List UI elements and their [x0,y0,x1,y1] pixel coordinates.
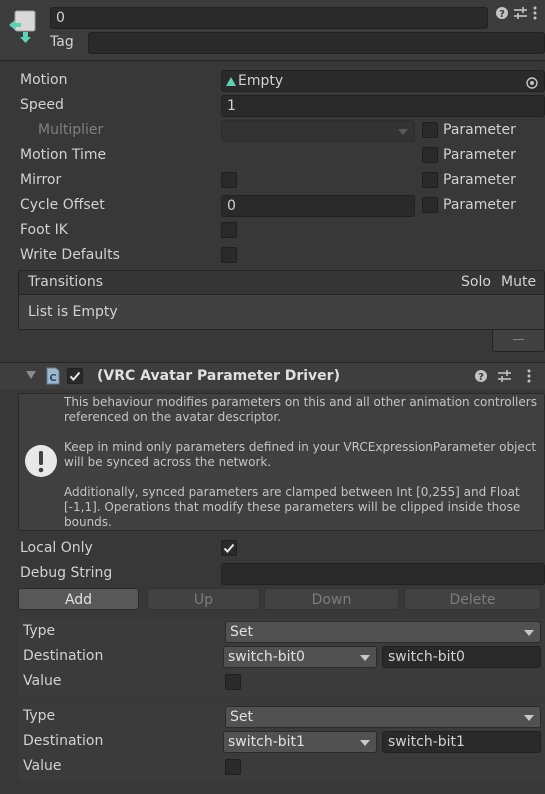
cycle-offset-parameter-checkbox[interactable] [422,197,438,213]
svg-text:C: C [49,373,56,384]
info-paragraph-3: Additionally, synced parameters are clam… [64,485,521,529]
component-title: (VRC Avatar Parameter Driver) [97,368,340,384]
component-enabled-checkbox[interactable] [67,368,83,384]
chevron-down-icon [360,740,370,746]
speed-label: Speed [20,97,64,113]
state-icon [6,8,40,44]
mirror-checkbox[interactable] [221,172,237,188]
component-help-icon[interactable]: ? [474,369,488,383]
mirror-parameter-label: Parameter [443,172,516,188]
entry-type-dropdown[interactable]: Set [225,621,541,643]
info-text-block: This behaviour modifies parameters on th… [64,395,542,530]
mirror-parameter-checkbox[interactable] [422,172,438,188]
debug-string-label: Debug String [20,565,113,581]
presets-icon[interactable] [513,6,528,20]
transitions-mute: Mute [501,274,537,290]
minus-icon: — [512,332,525,346]
cycle-offset-parameter-label: Parameter [443,197,516,213]
cycle-offset-input[interactable]: 0 [221,195,415,217]
multiplier-dropdown [221,120,415,142]
entry-destination-dropdown[interactable]: switch-bit0 [223,646,377,668]
cycle-offset-label: Cycle Offset [20,197,105,213]
mirror-label: Mirror [20,172,62,188]
animation-clip-icon [226,76,236,86]
entry-value-checkbox[interactable] [225,674,241,690]
foot-ik-label: Foot IK [20,222,68,238]
transitions-empty-text: List is Empty [28,304,118,320]
entry-type-value: Set [230,709,253,725]
entry-destination-input[interactable]: switch-bit0 [382,646,541,668]
motion-field[interactable]: Empty [221,70,545,92]
chevron-down-icon [524,630,534,636]
more-options-icon[interactable] [532,6,538,20]
tag-label: Tag [50,34,74,50]
entry-destination-select-value: switch-bit1 [228,734,305,750]
warning-icon [24,444,58,478]
entry-value-label: Value [23,758,62,774]
local-only-label: Local Only [20,540,93,556]
transitions-title: Transitions [28,274,103,290]
motion-time-parameter-checkbox[interactable] [422,147,438,163]
delete-button[interactable]: Delete [404,588,541,610]
object-picker-icon[interactable] [526,75,538,89]
multiplier-label: Multiplier [38,122,104,138]
motion-time-label: Motion Time [20,147,107,163]
transitions-solo: Solo [461,274,491,290]
entry-value-label: Value [23,673,62,689]
entry-value-checkbox[interactable] [225,759,241,775]
chevron-down-icon [524,715,534,721]
component-more-icon[interactable] [526,369,532,383]
entry-type-label: Type [23,623,56,639]
entry-destination-dropdown[interactable]: switch-bit1 [223,731,377,753]
chevron-down-icon [398,129,408,135]
entry-destination-input[interactable]: switch-bit1 [382,731,541,753]
entry-type-dropdown[interactable]: Set [225,706,541,728]
foldout-arrow-icon[interactable] [26,371,36,379]
transitions-remove-button[interactable]: — [492,330,545,352]
component-presets-icon[interactable] [497,369,512,383]
motion-time-parameter-label: Parameter [443,147,516,163]
info-paragraph-2: Keep in mind only parameters defined in … [64,440,537,469]
chevron-down-icon [360,655,370,661]
state-name-input[interactable]: 0 [50,7,488,29]
speed-input[interactable]: 1 [221,95,545,117]
entry-destination-label: Destination [23,733,104,749]
svg-text:?: ? [478,372,484,383]
svg-text:?: ? [499,9,505,20]
multiplier-parameter-checkbox[interactable] [422,122,438,138]
local-only-checkbox[interactable] [221,540,237,556]
up-button[interactable]: Up [147,588,260,610]
tag-input[interactable] [88,32,545,54]
write-defaults-checkbox[interactable] [221,247,237,263]
down-button[interactable]: Down [264,588,399,610]
debug-string-input[interactable] [221,563,545,585]
motion-value: Empty [238,73,284,89]
entry-destination-label: Destination [23,648,104,664]
multiplier-parameter-label: Parameter [443,122,516,138]
foot-ik-checkbox[interactable] [221,222,237,238]
add-button[interactable]: Add [18,588,139,610]
write-defaults-label: Write Defaults [20,247,120,263]
info-paragraph-1: This behaviour modifies parameters on th… [64,395,537,424]
entry-destination-select-value: switch-bit0 [228,649,305,665]
help-icon[interactable]: ? [495,6,509,20]
script-icon: C [45,367,61,385]
entry-type-label: Type [23,708,56,724]
entry-type-value: Set [230,624,253,640]
motion-label: Motion [20,72,68,88]
